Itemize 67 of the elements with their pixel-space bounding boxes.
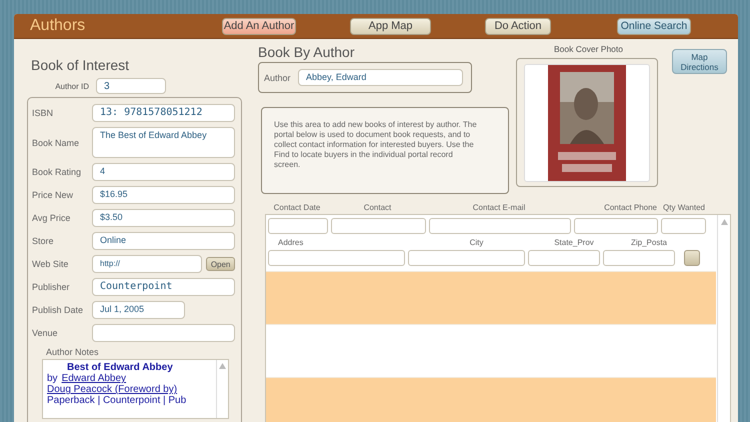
field-label: Book Name bbox=[32, 138, 80, 148]
row-button[interactable] bbox=[684, 250, 700, 266]
section-heading: Book By Author bbox=[258, 44, 356, 60]
field-label: ISBN bbox=[32, 108, 54, 118]
portal-row[interactable] bbox=[266, 377, 716, 422]
input-field[interactable]: 4 bbox=[92, 163, 235, 181]
column-label: Zip_Posta bbox=[630, 238, 668, 247]
open-button[interactable]: Open bbox=[206, 257, 235, 271]
scroll-up-icon[interactable] bbox=[219, 363, 226, 369]
input-field[interactable]: Abbey, Edward bbox=[298, 69, 463, 86]
field-label: Web Site bbox=[32, 259, 70, 269]
field-label: Author Notes bbox=[46, 347, 100, 357]
field-label: Author bbox=[264, 72, 292, 82]
field-label: Publish Date bbox=[32, 305, 84, 315]
input-field[interactable]: $16.95 bbox=[92, 186, 235, 204]
input-field[interactable] bbox=[92, 324, 235, 342]
input-field[interactable] bbox=[528, 250, 600, 266]
input-field[interactable] bbox=[268, 218, 328, 234]
section-heading: Book of Interest bbox=[31, 57, 130, 73]
column-label: City bbox=[468, 238, 484, 247]
input-field[interactable]: Jul 1, 2005 bbox=[92, 301, 185, 319]
field-label: Book Cover Photo bbox=[553, 44, 624, 54]
input-field[interactable] bbox=[408, 250, 525, 266]
note-text: by bbox=[47, 373, 58, 384]
input-field[interactable]: http:// bbox=[92, 255, 202, 273]
column-label: State_Prov bbox=[553, 238, 595, 247]
notes-field[interactable]: Best of Edward Abbey by Edward Abbey Doug Peacock (Foreword by) Paperback | Counterpoint | Pub bbox=[42, 359, 229, 419]
field-label: Publisher bbox=[32, 282, 71, 292]
input-field[interactable]: $3.50 bbox=[92, 209, 235, 227]
info-text: Use this area to add new books of interest by author. The portal below is used to document book requests, and to collect contact information for interested buyers. Use the Find to locate buyers in the individual portal record screen. bbox=[261, 107, 509, 194]
field-label: Author ID bbox=[54, 82, 89, 90]
input-field[interactable]: 3 bbox=[96, 78, 166, 94]
note-text: Paperback | Counterpoint | Pub bbox=[47, 395, 188, 406]
header-button[interactable]: Add An Author bbox=[222, 18, 296, 34]
column-label: Contact Phone bbox=[603, 203, 657, 212]
field-label: Price New bbox=[32, 190, 74, 200]
input-field[interactable] bbox=[268, 250, 405, 266]
column-label: Contact bbox=[362, 203, 392, 212]
header-button[interactable]: App Map bbox=[350, 18, 431, 34]
input-field[interactable] bbox=[429, 218, 571, 234]
input-field[interactable] bbox=[661, 218, 706, 234]
field-label: Venue bbox=[32, 328, 59, 338]
field-label: Avg Price bbox=[32, 213, 72, 223]
input-field[interactable]: Online bbox=[92, 232, 235, 250]
header-button[interactable]: Do Action bbox=[485, 18, 551, 34]
scroll-bar[interactable] bbox=[717, 215, 730, 422]
input-field[interactable] bbox=[603, 250, 675, 266]
field-label: Book Rating bbox=[32, 167, 82, 177]
page-title: Authors bbox=[30, 17, 86, 35]
input-field[interactable] bbox=[574, 218, 658, 234]
author-link[interactable]: Doug Peacock (Foreword by) bbox=[47, 384, 178, 395]
column-label: Contact E-mail bbox=[472, 203, 526, 212]
note-title: Best of Edward Abbey bbox=[66, 362, 174, 373]
input-field[interactable]: Counterpoint bbox=[92, 278, 235, 296]
column-label: Contact Date bbox=[272, 203, 322, 212]
header-button[interactable]: Online Search bbox=[617, 18, 691, 34]
scroll-bar[interactable] bbox=[216, 360, 228, 418]
field-label: Store bbox=[32, 236, 55, 246]
scroll-up-icon[interactable] bbox=[720, 219, 728, 225]
portal-row[interactable] bbox=[266, 271, 716, 324]
map-directions-button[interactable]: Map Directions bbox=[672, 49, 727, 74]
author-link[interactable]: Edward Abbey bbox=[62, 373, 126, 384]
input-field[interactable]: 13: 9781578051212 bbox=[92, 104, 235, 122]
column-label: Addres bbox=[278, 238, 304, 247]
input-field[interactable] bbox=[331, 218, 426, 234]
input-field[interactable]: The Best of Edward Abbey bbox=[92, 127, 235, 158]
column-label: Qty Wanted bbox=[662, 203, 705, 212]
